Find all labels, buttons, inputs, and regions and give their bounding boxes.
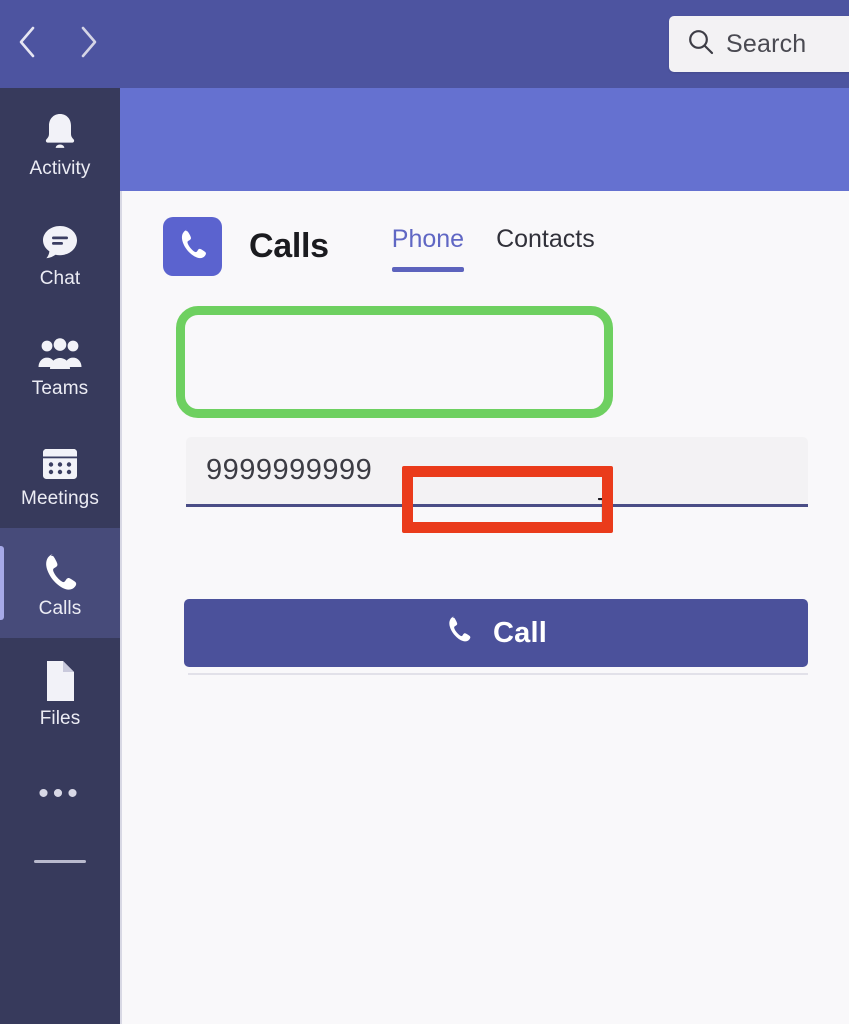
page-title: Calls xyxy=(249,227,329,265)
chat-bubble-icon xyxy=(39,219,81,263)
back-button[interactable] xyxy=(10,22,44,62)
file-icon xyxy=(42,659,78,703)
search-input[interactable]: Search xyxy=(669,16,849,72)
bell-icon xyxy=(40,109,80,153)
tab-phone[interactable]: Phone xyxy=(376,221,480,272)
phone-icon xyxy=(177,227,209,266)
sidebar-item-teams[interactable]: Teams xyxy=(0,308,120,418)
people-group-icon xyxy=(37,329,83,373)
sidebar-item-activity[interactable]: Activity xyxy=(0,88,120,198)
navigation-arrows xyxy=(10,22,106,62)
forward-button[interactable] xyxy=(72,22,106,62)
search-placeholder: Search xyxy=(726,29,807,58)
sidebar-item-label: Activity xyxy=(29,157,91,179)
ellipsis-icon: ••• xyxy=(38,776,82,810)
titlebar: Search xyxy=(0,0,849,88)
calendar-icon xyxy=(40,439,80,483)
sidebar-item-label: Meetings xyxy=(21,487,99,509)
sidebar-item-files[interactable]: Files xyxy=(0,638,120,748)
page-tabs: Phone Contacts xyxy=(376,221,611,272)
chevron-left-icon xyxy=(16,25,38,59)
sidebar-more-button[interactable]: ••• xyxy=(0,748,120,838)
section-divider xyxy=(188,673,808,675)
sidebar-item-chat[interactable]: Chat xyxy=(0,198,120,308)
calls-panel: Calls Phone Contacts 9999999999 Call xyxy=(120,191,849,1024)
sidebar-item-label: Chat xyxy=(39,267,81,289)
tab-label: Contacts xyxy=(496,225,595,253)
sidebar-item-label: Teams xyxy=(31,377,89,399)
call-button[interactable]: Call xyxy=(184,599,808,667)
rail-divider xyxy=(34,860,86,863)
app-rail: Activity Chat Teams Meetings Calls Files… xyxy=(0,88,120,1024)
calls-app-icon xyxy=(163,217,222,276)
banner-strip xyxy=(120,88,849,191)
sidebar-item-calls[interactable]: Calls xyxy=(0,528,120,638)
call-button-label: Call xyxy=(493,616,547,649)
teams-window: Search Activity Chat Teams Meetings Call… xyxy=(0,0,849,1024)
phone-number-input[interactable] xyxy=(186,437,808,507)
search-icon xyxy=(687,28,714,60)
sidebar-item-label: Files xyxy=(39,707,81,729)
tab-contacts[interactable]: Contacts xyxy=(480,221,611,272)
phone-input-row xyxy=(186,437,808,507)
tab-label: Phone xyxy=(391,225,465,253)
sidebar-item-meetings[interactable]: Meetings xyxy=(0,418,120,528)
chevron-right-icon xyxy=(78,25,100,59)
phone-icon xyxy=(445,614,473,652)
sidebar-item-label: Calls xyxy=(38,597,82,619)
page-header: Calls Phone Contacts xyxy=(163,217,611,276)
phone-icon xyxy=(40,549,80,593)
content-area: Calls Phone Contacts 9999999999 Call xyxy=(120,88,849,1024)
